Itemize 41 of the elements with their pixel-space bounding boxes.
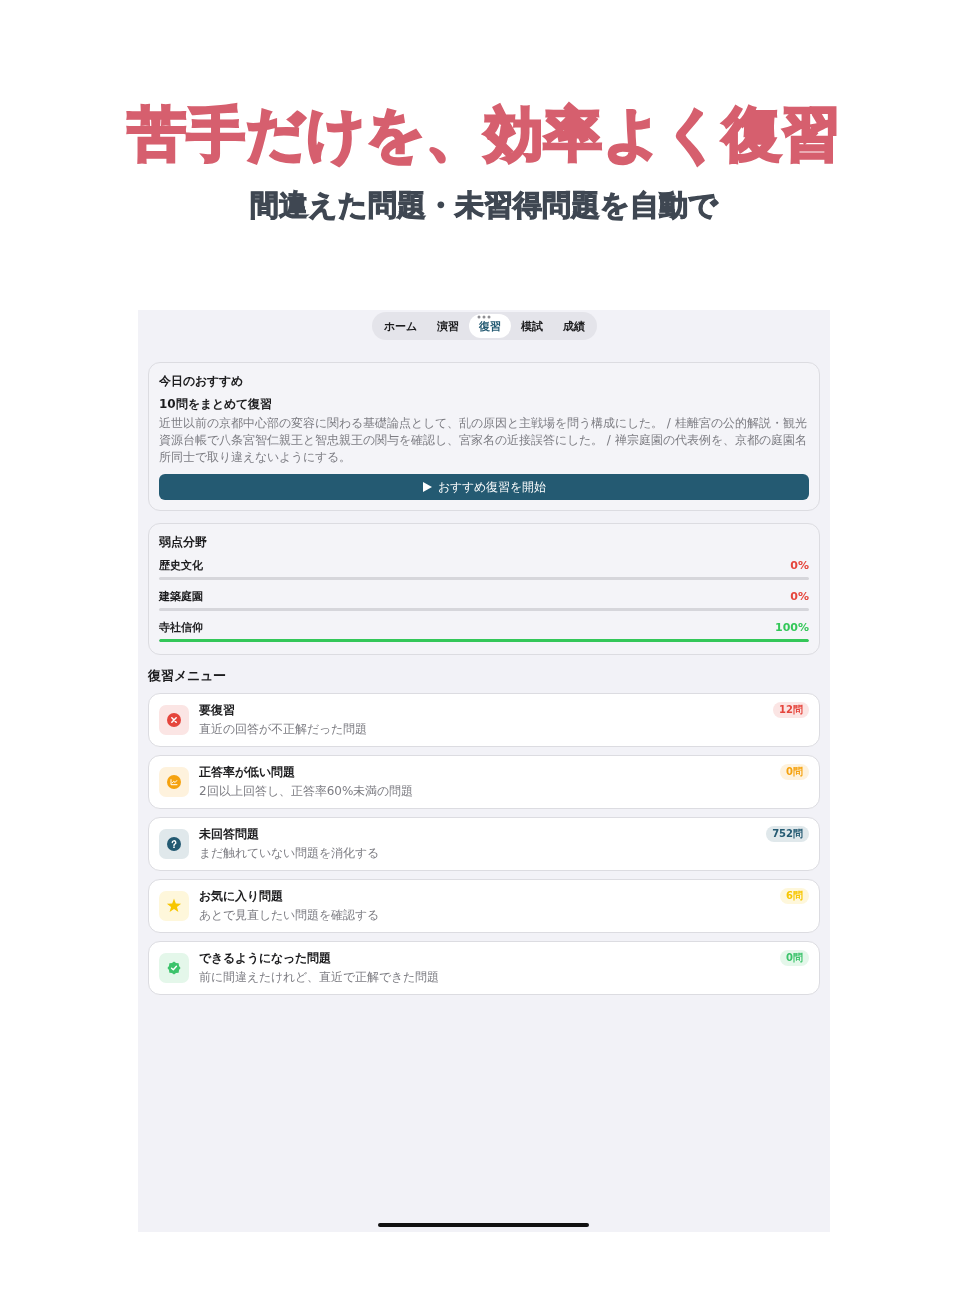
weak-area-label: 歴史文化 bbox=[159, 558, 203, 574]
card-heading: 弱点分野 bbox=[159, 534, 208, 551]
menu-item-title: 要復習 bbox=[199, 702, 236, 719]
menu-item-title: お気に入り問題 bbox=[199, 888, 284, 905]
subheadline: 間違えた問題・未習得問題を自動で bbox=[250, 187, 718, 224]
count-badge: 0問 bbox=[780, 950, 809, 966]
weak-area-label: 寺社信仰 bbox=[159, 620, 203, 636]
menu-item-title: できるようになった問題 bbox=[199, 950, 332, 967]
menu-item-description: あとで見直したい問題を確認する bbox=[199, 907, 380, 924]
recommendation-title: 10問をまとめて復習 bbox=[159, 396, 273, 413]
weak-area-percent: 100% bbox=[775, 620, 809, 636]
menu-item-title: 正答率が低い問題 bbox=[199, 764, 296, 781]
weak-area-percent: 0% bbox=[790, 589, 809, 605]
review-menu-item[interactable]: 要復習 直近の回答が不正解だった問題 12問 bbox=[148, 693, 820, 747]
count-badge: 0問 bbox=[780, 764, 809, 780]
start-review-button[interactable]: おすすめ復習を開始 bbox=[159, 474, 809, 500]
review-menu-item[interactable]: 未回答問題 まだ触れていない問題を消化する 752問 bbox=[148, 817, 820, 871]
recommendation-description: 近世以前の京都中心部の変容に関わる基礎論点として、乱の原因と主戦場を問う構成にした。 / 桂離宮の公的解説・観光資源台帳で八条宮智仁親王と智忠親王の関与を確認し、宮家名の近接誤答にした。 / 禅宗庭園の代表例を、京都の庭園名所同士で取り違えないようにする。 bbox=[159, 415, 808, 466]
headline: 苦手だけを、効率よく復習 bbox=[127, 99, 841, 170]
menu-item-description: まだ触れていない問題を消化する bbox=[199, 845, 380, 862]
count-badge: 752問 bbox=[766, 826, 809, 842]
menu-item-title: 未回答問題 bbox=[199, 826, 260, 843]
weak-area-label: 建築庭園 bbox=[159, 589, 203, 605]
review-menu-item[interactable]: 正答率が低い問題 2回以上回答し、正答率60%未満の問題 0問 bbox=[148, 755, 820, 809]
menu-item-description: 前に間違えたけれど、直近で正解できた問題 bbox=[199, 969, 440, 986]
play-icon bbox=[422, 482, 432, 492]
menu-item-description: 直近の回答が不正解だった問題 bbox=[199, 721, 368, 738]
tab[interactable]: 模試 bbox=[510, 314, 553, 338]
count-badge: 6問 bbox=[780, 888, 809, 904]
review-menu-item[interactable]: お気に入り問題 あとで見直したい問題を確認する 6問 bbox=[148, 879, 820, 933]
weak-area-percent: 0% bbox=[790, 558, 809, 574]
card-heading: 今日のおすすめ bbox=[159, 373, 244, 390]
count-badge: 12問 bbox=[773, 702, 809, 718]
tab[interactable]: 成績 bbox=[552, 314, 595, 338]
more-dots-icon[interactable] bbox=[477, 315, 491, 319]
tab[interactable]: 復習 bbox=[468, 314, 511, 338]
section-heading: 復習メニュー bbox=[148, 667, 227, 685]
tab[interactable]: ホーム bbox=[373, 314, 427, 338]
menu-item-description: 2回以上回答し、正答率60%未満の問題 bbox=[199, 783, 415, 800]
review-menu-item[interactable]: できるようになった問題 前に間違えたけれど、直近で正解できた問題 0問 bbox=[148, 941, 820, 995]
tab[interactable]: 演習 bbox=[426, 314, 469, 338]
